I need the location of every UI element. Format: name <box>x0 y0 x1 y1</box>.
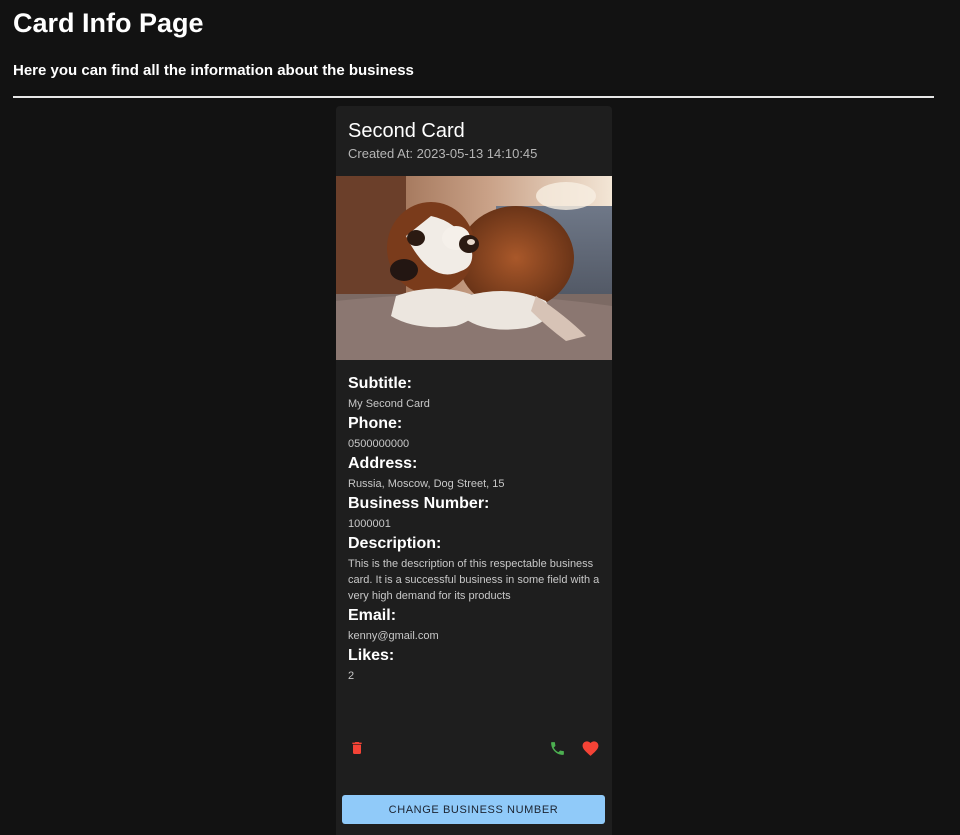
card-title: Second Card <box>348 120 465 142</box>
field-value-address: Russia, Moscow, Dog Street, 15 <box>348 478 505 490</box>
trash-icon <box>352 742 362 754</box>
field-label-email: Email: <box>348 607 397 624</box>
card-fields: Subtitle: My Second Card Phone: 05000000… <box>348 374 600 686</box>
page-title: Card Info Page <box>13 8 204 38</box>
call-button[interactable] <box>543 734 571 762</box>
field-label-business-number: Business Number: <box>348 495 490 512</box>
field-value-phone: 0500000000 <box>348 438 410 450</box>
field-value-likes: 2 <box>348 670 355 682</box>
field-value-subtitle: My Second Card <box>348 398 430 410</box>
field-label-subtitle: Subtitle: <box>348 375 412 392</box>
field-label-phone: Phone: <box>348 415 403 432</box>
card-actions <box>336 734 612 762</box>
like-button[interactable] <box>576 734 604 762</box>
field-value-email: kenny@gmail.com <box>348 630 439 642</box>
business-card: Second Card Created At: 2023-05-13 14:10… <box>336 106 612 835</box>
change-business-number-button[interactable]: Change Business Number <box>342 795 605 824</box>
heart-icon <box>582 740 598 756</box>
card-image <box>336 176 612 360</box>
created-label: Created At: <box>348 146 414 161</box>
field-value-business-number: 1000001 <box>348 518 391 530</box>
field-label-address: Address: <box>348 455 418 472</box>
divider <box>13 96 934 98</box>
field-label-description: Description: <box>348 535 442 552</box>
card-created-at: Created At: 2023-05-13 14:10:45 <box>348 146 537 162</box>
page-subtitle: Here you can find all the information ab… <box>13 62 414 79</box>
delete-button[interactable] <box>343 734 371 762</box>
phone-icon <box>550 741 564 755</box>
created-value: 2023-05-13 14:10:45 <box>416 146 538 161</box>
field-value-description: This is the description of this respecta… <box>348 558 600 602</box>
field-label-likes: Likes: <box>348 647 395 664</box>
dog-photo <box>336 176 612 360</box>
